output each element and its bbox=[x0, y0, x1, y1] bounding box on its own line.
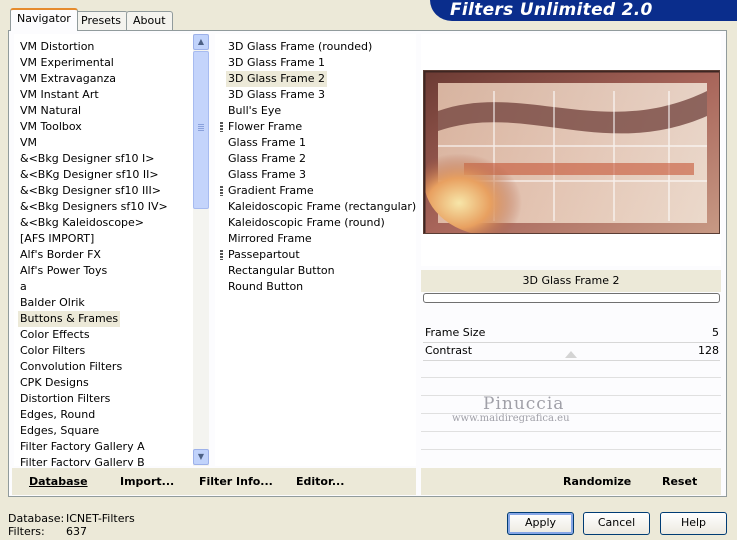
filter-info-button[interactable]: Filter Info... bbox=[199, 474, 273, 490]
list-item[interactable]: Distortion Filters bbox=[18, 391, 112, 407]
thumb-grip-icon bbox=[198, 124, 204, 132]
list-item[interactable]: &<Bkg Designers sf10 IV> bbox=[18, 199, 170, 215]
list-item[interactable]: Filter Factory Gallery B bbox=[18, 455, 147, 466]
list-item[interactable]: 3D Glass Frame 2 bbox=[226, 71, 328, 87]
list-item[interactable]: VM Natural bbox=[18, 103, 83, 119]
list-item[interactable]: VM Experimental bbox=[18, 55, 116, 71]
divider bbox=[421, 395, 721, 396]
frame-size-slider[interactable] bbox=[423, 342, 720, 343]
param-label-contrast: Contrast bbox=[425, 344, 473, 357]
randomize-button[interactable]: Randomize bbox=[563, 474, 631, 490]
apply-button[interactable]: Apply bbox=[507, 512, 574, 535]
list-item[interactable]: Bull's Eye bbox=[226, 103, 283, 119]
tab-presets[interactable]: Presets bbox=[74, 11, 129, 30]
filters-status-value: 637 bbox=[66, 525, 87, 538]
list-item[interactable]: 3D Glass Frame (rounded) bbox=[226, 39, 374, 55]
list-item[interactable]: Convolution Filters bbox=[18, 359, 124, 375]
contrast-slider-thumb[interactable] bbox=[565, 351, 577, 358]
list-item[interactable]: a bbox=[18, 279, 29, 295]
drag-grip-icon bbox=[220, 122, 223, 132]
list-item[interactable]: Edges, Square bbox=[18, 423, 101, 439]
scroll-up-arrow-icon[interactable]: ▲ bbox=[193, 34, 209, 50]
reset-button[interactable]: Reset bbox=[662, 474, 697, 490]
database-status-value: ICNET-Filters bbox=[66, 512, 135, 525]
list-item[interactable]: &<Bkg Kaleidoscope> bbox=[18, 215, 146, 231]
list-item[interactable]: Round Button bbox=[226, 279, 305, 295]
title-banner: Filters Unlimited 2.0 bbox=[430, 0, 737, 21]
filter-list[interactable]: 3D Glass Frame (rounded) 3D Glass Frame 1… bbox=[215, 34, 416, 466]
list-item[interactable]: Buttons & Frames bbox=[18, 311, 121, 327]
watermark-url: www.maidiregrafica.eu bbox=[452, 413, 570, 424]
contrast-slider[interactable] bbox=[423, 360, 720, 361]
list-item[interactable]: Gradient Frame bbox=[226, 183, 316, 199]
right-toolbar: Randomize Reset bbox=[421, 468, 721, 495]
list-item[interactable]: VM Instant Art bbox=[18, 87, 101, 103]
preview-image bbox=[423, 70, 720, 234]
preview-artwork bbox=[424, 71, 719, 233]
tab-about[interactable]: About bbox=[126, 11, 173, 30]
list-item[interactable]: Alf's Power Toys bbox=[18, 263, 109, 279]
list-item[interactable]: Glass Frame 1 bbox=[226, 135, 308, 151]
progress-bar bbox=[423, 293, 720, 303]
list-item[interactable]: VM Toolbox bbox=[18, 119, 84, 135]
param-value-frame-size: 5 bbox=[712, 326, 719, 339]
left-toolbar: Database Import... Filter Info... Editor… bbox=[12, 468, 416, 495]
app-title: Filters Unlimited 2.0 bbox=[450, 0, 653, 20]
filter-info-label: Filter Info... bbox=[199, 475, 273, 488]
category-scrollbar[interactable]: ▲ ▼ bbox=[193, 34, 209, 466]
list-item[interactable]: Color Filters bbox=[18, 343, 87, 359]
cancel-button[interactable]: Cancel bbox=[583, 512, 650, 535]
list-item[interactable]: Glass Frame 2 bbox=[226, 151, 308, 167]
list-item[interactable]: Color Effects bbox=[18, 327, 92, 343]
filters-status-label: Filters: bbox=[8, 525, 45, 538]
list-item[interactable]: Rectangular Button bbox=[226, 263, 337, 279]
divider bbox=[421, 449, 721, 450]
watermark-name: Pinuccia bbox=[483, 394, 565, 414]
list-item[interactable]: Kaleidoscopic Frame (rectangular) bbox=[226, 199, 416, 215]
list-item[interactable]: Glass Frame 3 bbox=[226, 167, 308, 183]
list-item[interactable]: Kaleidoscopic Frame (round) bbox=[226, 215, 387, 231]
list-item[interactable]: Alf's Border FX bbox=[18, 247, 103, 263]
list-item[interactable]: Filter Factory Gallery A bbox=[18, 439, 147, 455]
editor-button[interactable]: Editor... bbox=[296, 474, 344, 490]
param-label-frame-size: Frame Size bbox=[425, 326, 486, 339]
param-value-contrast: 128 bbox=[698, 344, 719, 357]
editor-label: Editor... bbox=[296, 475, 345, 488]
category-list[interactable]: VM Distortion VM Experimental VM Extravaga… bbox=[14, 34, 209, 466]
scroll-thumb[interactable] bbox=[193, 51, 209, 209]
drag-grip-icon bbox=[220, 250, 223, 260]
list-item[interactable]: &<Bkg Designer sf10 I> bbox=[18, 151, 157, 167]
database-status-label: Database: bbox=[8, 512, 65, 525]
help-button[interactable]: Help bbox=[660, 512, 727, 535]
import-button[interactable]: Import... bbox=[120, 474, 174, 490]
scroll-down-arrow-icon[interactable]: ▼ bbox=[193, 449, 209, 465]
list-item[interactable]: Flower Frame bbox=[226, 119, 304, 135]
selected-filter-name: 3D Glass Frame 2 bbox=[421, 270, 721, 292]
list-item[interactable]: VM Extravaganza bbox=[18, 71, 118, 87]
list-item[interactable]: VM bbox=[18, 135, 39, 151]
list-item[interactable]: 3D Glass Frame 1 bbox=[226, 55, 327, 71]
list-item[interactable]: [AFS IMPORT] bbox=[18, 231, 96, 247]
import-label: Import... bbox=[120, 475, 175, 488]
list-item[interactable]: Balder Olrik bbox=[18, 295, 87, 311]
list-item[interactable]: Passepartout bbox=[226, 247, 302, 263]
divider bbox=[421, 377, 721, 378]
list-item[interactable]: VM Distortion bbox=[18, 39, 96, 55]
database-button[interactable]: Database bbox=[29, 474, 88, 490]
list-item[interactable]: Mirrored Frame bbox=[226, 231, 314, 247]
list-item[interactable]: CPK Designs bbox=[18, 375, 91, 391]
list-item[interactable]: 3D Glass Frame 3 bbox=[226, 87, 327, 103]
list-item[interactable]: &<Bkg Designer sf10 III> bbox=[18, 183, 163, 199]
divider bbox=[421, 431, 721, 432]
list-item[interactable]: &<BKg Designer sf10 II> bbox=[18, 167, 161, 183]
tab-navigator[interactable]: Navigator bbox=[10, 8, 78, 31]
database-label: Database bbox=[29, 475, 88, 488]
drag-grip-icon bbox=[220, 186, 223, 196]
list-item[interactable]: Edges, Round bbox=[18, 407, 97, 423]
